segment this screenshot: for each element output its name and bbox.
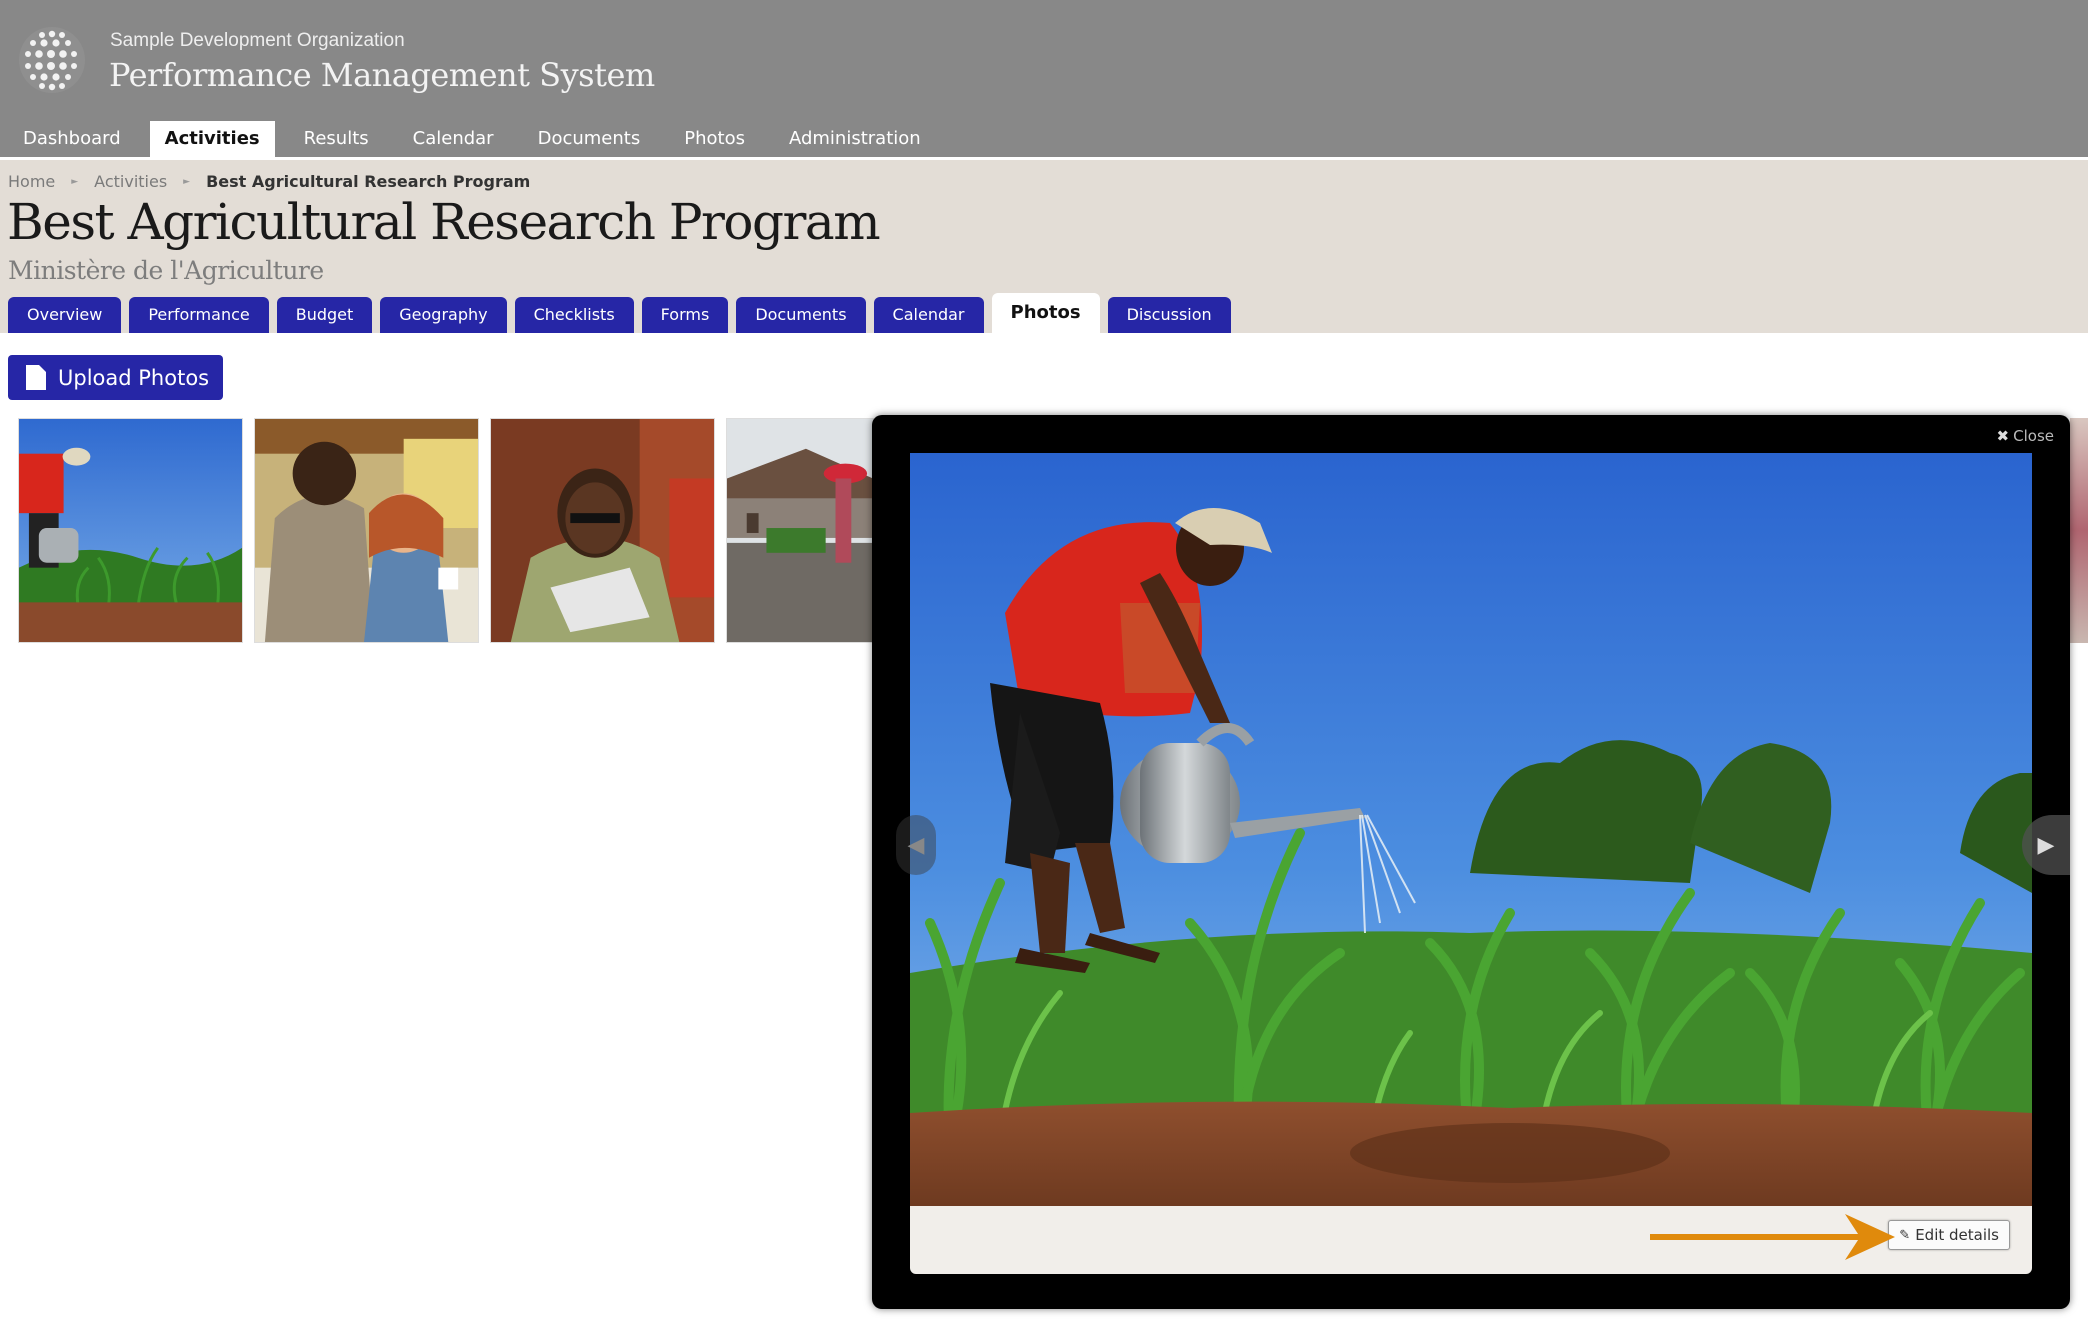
tab-discussion[interactable]: Discussion [1107, 297, 1231, 333]
system-name: Performance Management System [109, 56, 655, 94]
main-nav: Dashboard Activities Results Calendar Do… [8, 121, 950, 157]
page-title: Best Agricultural Research Program [7, 193, 881, 251]
photo-thumbnail-partial[interactable] [2070, 418, 2088, 643]
photo-thumbnail-meeting-pair[interactable] [254, 418, 479, 643]
tab-calendar[interactable]: Calendar [873, 297, 984, 333]
breadcrumb-activities[interactable]: Activities [94, 172, 167, 191]
chevron-right-icon: ▶ [2037, 832, 2055, 858]
app-header: Sample Development Organization Performa… [0, 0, 2088, 157]
upload-photos-button[interactable]: Upload Photos [8, 355, 223, 400]
edit-details-button[interactable]: ✎ Edit details [1888, 1220, 2010, 1250]
tab-geography[interactable]: Geography [380, 297, 507, 333]
document-icon [26, 365, 46, 390]
tab-budget[interactable]: Budget [276, 297, 373, 333]
chevron-right-icon: ► [71, 176, 79, 187]
tab-photos[interactable]: Photos [991, 293, 1100, 333]
tab-forms[interactable]: Forms [641, 297, 729, 333]
page-subtitle: Ministère de l'Agriculture [8, 256, 324, 285]
tab-checklists[interactable]: Checklists [514, 297, 634, 333]
nav-calendar[interactable]: Calendar [398, 121, 509, 157]
close-button[interactable]: ✖ Close [1997, 427, 2054, 445]
breadcrumb-current: Best Agricultural Research Program [206, 172, 531, 191]
nav-administration[interactable]: Administration [774, 121, 936, 157]
tab-overview[interactable]: Overview [8, 297, 122, 333]
chevron-left-icon: ◀ [907, 832, 925, 858]
photo-thumbnail-village-street[interactable] [726, 418, 874, 643]
nav-documents[interactable]: Documents [523, 121, 656, 157]
activity-tabs: Overview Performance Budget Geography Ch… [8, 293, 1239, 333]
breadcrumb: Home ► Activities ► Best Agricultural Re… [8, 172, 530, 191]
close-label: Close [2013, 427, 2054, 445]
pencil-icon: ✎ [1899, 1227, 1911, 1243]
tab-documents[interactable]: Documents [736, 297, 866, 333]
nav-activities[interactable]: Activities [149, 121, 275, 157]
annotation-arrow-icon [1650, 1214, 1895, 1260]
previous-photo-button[interactable]: ◀ [896, 815, 936, 875]
org-name: Sample Development Organization [110, 30, 405, 51]
chevron-right-icon: ► [183, 176, 191, 187]
tab-performance[interactable]: Performance [129, 297, 269, 333]
lightbox-photo-farmer-watering [910, 453, 2032, 1206]
photo-thumbnail-farmer[interactable] [18, 418, 243, 643]
nav-dashboard[interactable]: Dashboard [8, 121, 136, 157]
photo-thumbnail-woman-reading[interactable] [490, 418, 715, 643]
edit-details-label: Edit details [1915, 1226, 1999, 1244]
logo [19, 27, 85, 93]
breadcrumb-home[interactable]: Home [8, 172, 55, 191]
nav-photos[interactable]: Photos [669, 121, 760, 157]
upload-photos-label: Upload Photos [58, 365, 210, 390]
nav-results[interactable]: Results [289, 121, 384, 157]
photo-lightbox: ✖ Close ◀ ▶ ✎ Edit details [872, 415, 2070, 1309]
close-icon: ✖ [1996, 427, 2010, 445]
